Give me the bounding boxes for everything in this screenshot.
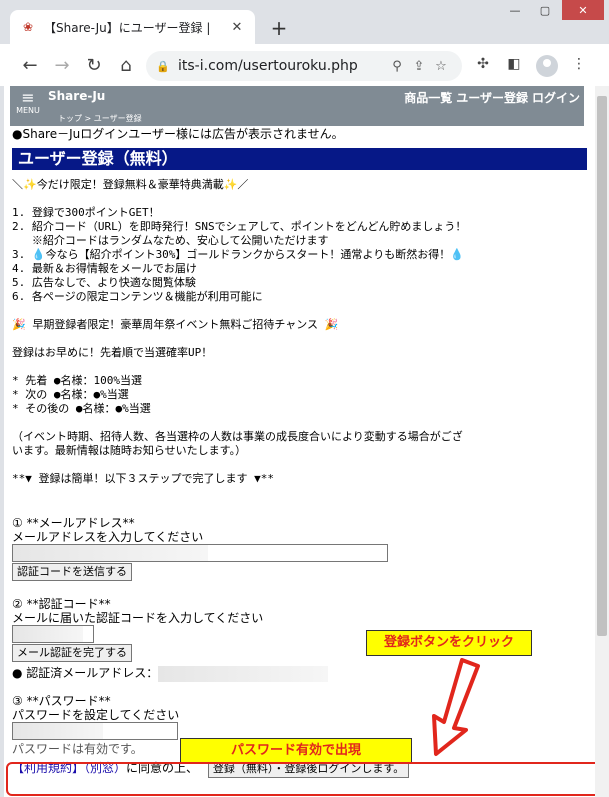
step1-title: ① **メールアドレス** xyxy=(12,516,135,530)
lottery-item: * 先着 ●名様：100%当選 xyxy=(12,374,142,387)
nav-item-login[interactable]: ログイン xyxy=(532,91,580,105)
page-scrollbar[interactable] xyxy=(595,86,609,797)
password-input[interactable] xyxy=(12,722,178,740)
share-icon[interactable]: ⇪ xyxy=(408,59,430,74)
browser-toolbar: ← → ↻ ⌂ 🔒 its-i.com/usertouroku.php ⚲ ⇪ … xyxy=(0,44,609,86)
menu-label: MENU xyxy=(16,106,40,115)
nav-item-register[interactable]: ユーザー登録 xyxy=(456,91,528,105)
bookmark-star-icon[interactable]: ☆ xyxy=(430,59,452,74)
browser-tab[interactable]: ❀ 【Share-Ju】にユーザー登録 | ✕ xyxy=(10,10,255,44)
send-code-button[interactable]: 認証コードを送信する xyxy=(12,563,132,581)
benefit-item: 5. 広告なしで、より快適な閲覧体験 xyxy=(12,276,196,289)
benefit-item: 1. 登録で300ポイントGET！ xyxy=(12,206,160,219)
tab-title: 【Share-Ju】にユーザー登録 | xyxy=(44,20,211,35)
event-text: 🎉 早期登録者限定！豪華周年祭イベント無料ご招待チャンス 🎉 xyxy=(12,318,339,331)
address-bar[interactable]: 🔒 its-i.com/usertouroku.php ⚲ ⇪ ☆ xyxy=(146,51,462,81)
event-note: います。最新情報は随時お知らせいたします。） xyxy=(12,444,247,457)
page-content: ●Share－Juログインユーザー様には広告が表示されません。 ユーザー登録（無… xyxy=(12,126,587,778)
step2-desc: メールに届いた認証コードを入力してください xyxy=(12,611,264,625)
benefit-item: 2. 紹介コード（URL）を即時発行！SNSでシェアして、ポイントをどんどん貯め… xyxy=(12,220,467,233)
email-input[interactable] xyxy=(12,544,388,562)
new-tab-button[interactable]: + xyxy=(266,16,292,42)
forward-arrow-icon[interactable]: → xyxy=(50,54,74,78)
benefit-item: ※紹介コードはランダムなため、安心して公開いただけます xyxy=(12,234,329,247)
highlight-submit-area xyxy=(6,762,607,796)
zoom-search-icon[interactable]: ⚲ xyxy=(386,59,408,74)
window-close-button[interactable]: ✕ xyxy=(562,0,604,20)
steps-intro: **▼ 登録は簡単！以下３ステップで完了します ▼** xyxy=(12,472,274,485)
benefit-item: 6. 各ページの限定コンテンツ＆機能が利用可能に xyxy=(12,290,263,303)
site-favicon-icon: ❀ xyxy=(22,20,34,34)
verified-email-value xyxy=(158,665,329,682)
tab-close-icon[interactable]: ✕ xyxy=(229,19,245,35)
breadcrumb[interactable]: トップ > ユーザー登録 xyxy=(58,113,142,124)
home-icon[interactable]: ⌂ xyxy=(114,54,138,78)
lottery-item: * 次の ●名様：●%当選 xyxy=(12,388,129,401)
early-text: 登録はお早めに！先着順で当選確率UP！ xyxy=(12,346,213,359)
back-arrow-icon[interactable]: ← xyxy=(18,54,42,78)
ad-notice: ●Share－Juログインユーザー様には広告が表示されません。 xyxy=(12,127,344,141)
site-nav: 商品一覧 ユーザー登録 ログイン xyxy=(400,89,580,106)
verify-email-button[interactable]: メール認証を完了する xyxy=(12,644,132,662)
profile-avatar[interactable] xyxy=(536,55,558,77)
browser-tab-bar: ❀ 【Share-Ju】にユーザー登録 | ✕ + — ▢ ✕ xyxy=(0,0,609,44)
lottery-item: * その後の ●名様：●%当選 xyxy=(12,402,151,415)
red-arrow-icon xyxy=(432,658,480,756)
callout-click-register: 登録ボタンをクリック xyxy=(366,630,532,656)
reload-icon[interactable]: ↻ xyxy=(82,54,106,78)
address-url[interactable]: its-i.com/usertouroku.php xyxy=(178,58,386,74)
more-menu-icon[interactable]: ⋮ xyxy=(568,56,590,78)
promo-text: ＼✨今だけ限定！登録無料＆豪華特典満載✨／ xyxy=(12,178,249,191)
lock-icon[interactable]: 🔒 xyxy=(156,60,170,73)
step3-desc: パスワードを設定してください xyxy=(12,708,180,722)
verified-email-row: ● 認証済メールアドレス： xyxy=(12,664,587,682)
side-panel-icon[interactable]: ◧ xyxy=(503,56,525,78)
step3-title: ③ **パスワード** xyxy=(12,694,111,708)
benefit-item: 3. 💧今なら【紹介ポイント30%】ゴールドランクからスタート！通常よりも断然お… xyxy=(12,248,464,261)
hamburger-menu-icon[interactable]: ≡ MENU xyxy=(16,90,40,116)
callout-password-valid: パスワード有効で出現 xyxy=(180,738,412,764)
auth-code-input[interactable] xyxy=(12,625,94,643)
event-note: （イベント時期、招待人数、各当選枠の人数は事業の成長度合いにより変動する場合がご… xyxy=(12,430,463,443)
scrollbar-thumb[interactable] xyxy=(597,96,607,636)
benefit-item: 4. 最新＆お得情報をメールでお届け xyxy=(12,262,197,275)
window-minimize-button[interactable]: — xyxy=(500,0,530,20)
step1-desc: メールアドレスを入力してください xyxy=(12,530,204,544)
step2-title: ② **認証コード** xyxy=(12,597,111,611)
site-title[interactable]: Share-Ju xyxy=(48,89,105,103)
site-header: ≡ MENU Share-Ju トップ > ユーザー登録 商品一覧 ユーザー登録 ログ… xyxy=(10,86,584,126)
verified-email-label: ● 認証済メールアドレス： xyxy=(12,666,159,680)
window-maximize-button[interactable]: ▢ xyxy=(530,0,560,20)
nav-item-products[interactable]: 商品一覧 xyxy=(404,91,452,105)
extensions-puzzle-icon[interactable]: ✣ xyxy=(472,56,494,78)
page-viewport: ≡ MENU Share-Ju トップ > ユーザー登録 商品一覧 ユーザー登録 ログ… xyxy=(0,86,609,797)
page-heading: ユーザー登録（無料） xyxy=(12,148,587,170)
